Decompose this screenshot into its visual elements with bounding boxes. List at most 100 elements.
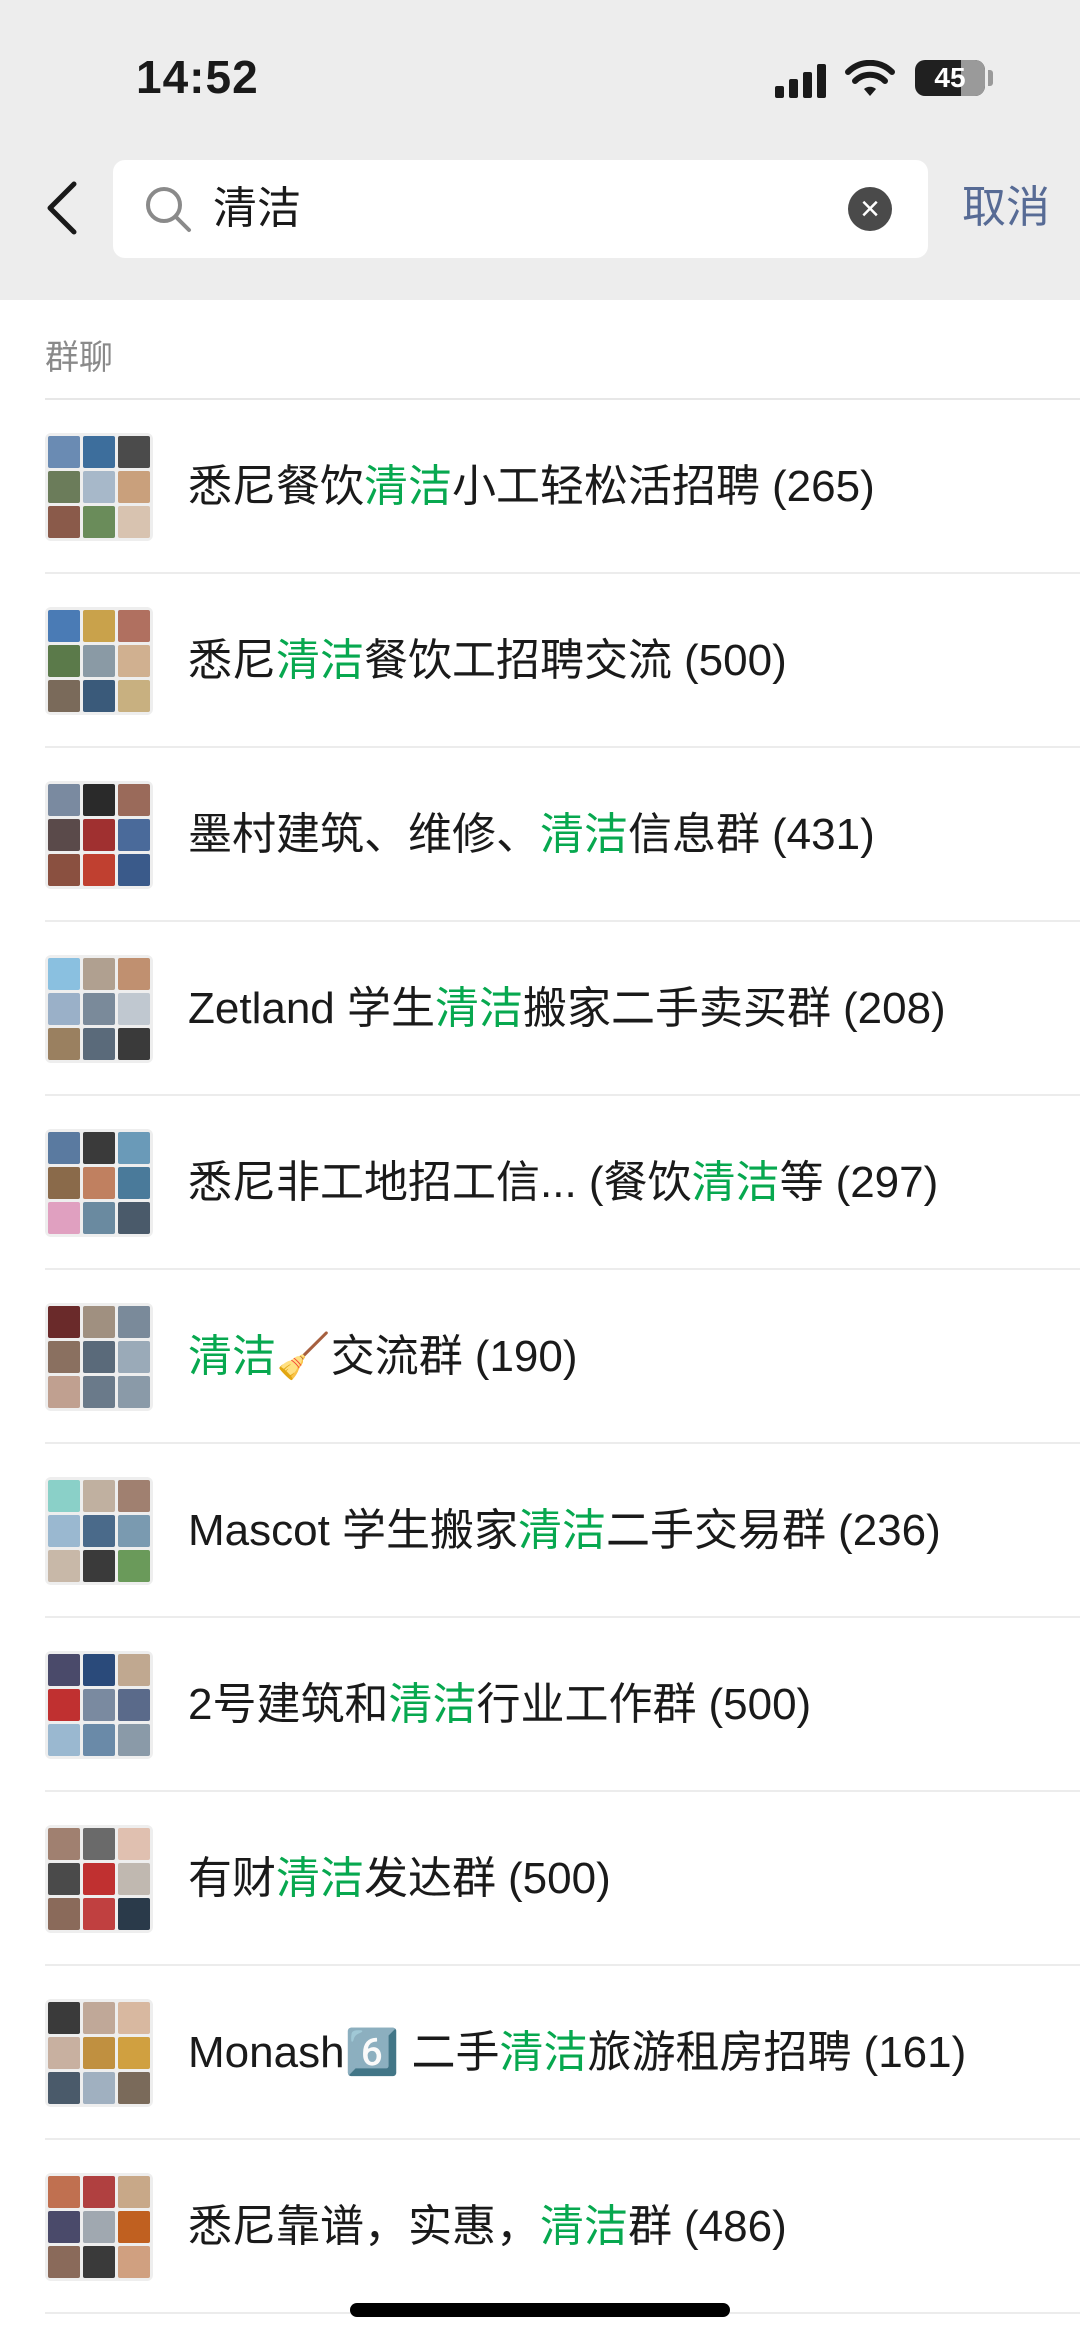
member-thumbnail bbox=[48, 610, 80, 642]
member-thumbnail bbox=[118, 1306, 150, 1338]
group-title: Zetland 学生清洁搬家二手卖买群 (208) bbox=[188, 922, 946, 1096]
group-title-text: Monash6️⃣ 二手 bbox=[188, 2028, 500, 2077]
member-thumbnail bbox=[83, 1480, 115, 1512]
group-row[interactable]: 悉尼非工地招工信... (餐饮清洁等 (297) bbox=[45, 1096, 1080, 1270]
member-thumbnail bbox=[48, 993, 80, 1025]
member-thumbnail bbox=[83, 854, 115, 886]
member-thumbnail bbox=[118, 1550, 150, 1582]
group-title: 2号建筑和清洁行业工作群 (500) bbox=[188, 1618, 811, 1792]
status-bar: 14:52 45 bbox=[0, 0, 1080, 150]
group-title-highlight: 清洁 bbox=[388, 1680, 477, 1729]
member-thumbnail bbox=[83, 2246, 115, 2278]
member-thumbnail bbox=[118, 2002, 150, 2034]
group-avatar bbox=[45, 1129, 153, 1237]
member-thumbnail bbox=[83, 1515, 115, 1547]
member-thumbnail bbox=[83, 1167, 115, 1199]
member-thumbnail bbox=[48, 436, 80, 468]
member-thumbnail bbox=[48, 471, 80, 503]
member-thumbnail bbox=[118, 1863, 150, 1895]
group-row[interactable]: 悉尼清洁餐饮工招聘交流 (500) bbox=[45, 574, 1080, 748]
member-thumbnail bbox=[118, 2211, 150, 2243]
header-area: 14:52 45 清洁 × 取消 bbox=[0, 0, 1080, 300]
group-title-highlight: 清洁 bbox=[691, 1158, 780, 1207]
group-title-highlight: 清洁 bbox=[276, 1854, 364, 1903]
group-member-count: (208) bbox=[842, 984, 946, 1033]
member-thumbnail bbox=[48, 1202, 80, 1234]
member-thumbnail bbox=[118, 1898, 150, 1930]
member-thumbnail bbox=[118, 1654, 150, 1686]
group-row[interactable]: Monash6️⃣ 二手清洁旅游租房招聘 (161) bbox=[45, 1966, 1080, 2140]
member-thumbnail bbox=[48, 2037, 80, 2069]
member-thumbnail bbox=[83, 436, 115, 468]
member-thumbnail bbox=[83, 1689, 115, 1721]
member-thumbnail bbox=[48, 1167, 80, 1199]
member-thumbnail bbox=[83, 1863, 115, 1895]
search-icon bbox=[146, 187, 191, 232]
group-member-count: (236) bbox=[838, 1506, 941, 1555]
member-thumbnail bbox=[118, 610, 150, 642]
member-thumbnail bbox=[83, 1828, 115, 1860]
group-title: 墨村建筑、维修、清洁信息群 (431) bbox=[188, 748, 875, 922]
member-thumbnail bbox=[48, 1306, 80, 1338]
group-title: 悉尼清洁餐饮工招聘交流 (500) bbox=[188, 574, 787, 748]
group-title-highlight: 清洁 bbox=[499, 2028, 588, 2077]
group-row[interactable]: 悉尼餐饮清洁小工轻松活招聘 (265) bbox=[45, 400, 1080, 574]
section-label-group-chats: 群聊 bbox=[45, 339, 113, 377]
group-title-text: 信息群 bbox=[628, 810, 760, 859]
group-title-highlight: 清洁 bbox=[188, 1332, 276, 1381]
cancel-button[interactable]: 取消 bbox=[962, 180, 1050, 236]
member-thumbnail bbox=[48, 1724, 80, 1756]
group-title: 清洁🧹交流群 (190) bbox=[188, 1270, 578, 1444]
member-thumbnail bbox=[83, 2002, 115, 2034]
member-thumbnail bbox=[118, 958, 150, 990]
member-thumbnail bbox=[83, 2072, 115, 2104]
group-title-text: 悉尼非工地招工信... (餐饮 bbox=[188, 1158, 692, 1207]
group-title-text: 等 bbox=[779, 1158, 824, 1207]
member-thumbnail bbox=[83, 1898, 115, 1930]
member-thumbnail bbox=[118, 2037, 150, 2069]
group-title-text: 发达群 bbox=[364, 1854, 496, 1903]
member-thumbnail bbox=[83, 1028, 115, 1060]
home-indicator[interactable] bbox=[350, 2303, 730, 2317]
clear-search-icon[interactable]: × bbox=[848, 187, 892, 231]
search-input[interactable]: 清洁 × bbox=[113, 160, 928, 258]
group-title: 有财清洁发达群 (500) bbox=[188, 1792, 611, 1966]
member-thumbnail bbox=[48, 784, 80, 816]
group-avatar bbox=[45, 1303, 153, 1411]
member-thumbnail bbox=[48, 1028, 80, 1060]
group-row[interactable]: 2号建筑和清洁行业工作群 (500) bbox=[45, 1618, 1080, 1792]
member-thumbnail bbox=[118, 1724, 150, 1756]
group-title-text: 二手交易群 bbox=[606, 1506, 827, 1555]
member-thumbnail bbox=[83, 680, 115, 712]
group-title: Mascot 学生搬家清洁二手交易群 (236) bbox=[188, 1444, 941, 1618]
member-thumbnail bbox=[83, 610, 115, 642]
member-thumbnail bbox=[83, 819, 115, 851]
group-title-text: 餐饮工招聘交流 bbox=[364, 636, 672, 685]
back-arrow-icon[interactable] bbox=[44, 180, 80, 236]
member-thumbnail bbox=[83, 506, 115, 538]
member-thumbnail bbox=[118, 1376, 150, 1408]
group-row[interactable]: Zetland 学生清洁搬家二手卖买群 (208) bbox=[45, 922, 1080, 1096]
status-time: 14:52 bbox=[136, 51, 259, 103]
group-title-text: 墨村建筑、维修、 bbox=[188, 810, 540, 859]
group-avatar bbox=[45, 2173, 153, 2281]
search-value[interactable]: 清洁 bbox=[213, 182, 301, 236]
member-thumbnail bbox=[48, 1550, 80, 1582]
group-row[interactable]: 清洁🧹交流群 (190) bbox=[45, 1270, 1080, 1444]
group-avatar bbox=[45, 433, 153, 541]
group-title-text: 搬家二手卖买群 bbox=[522, 984, 831, 1033]
group-row[interactable]: 墨村建筑、维修、清洁信息群 (431) bbox=[45, 748, 1080, 922]
group-title-highlight: 清洁 bbox=[364, 462, 452, 511]
group-row[interactable]: Mascot 学生搬家清洁二手交易群 (236) bbox=[45, 1444, 1080, 1618]
member-thumbnail bbox=[48, 958, 80, 990]
group-row[interactable]: 悉尼靠谱，实惠，清洁群 (486) bbox=[45, 2140, 1080, 2314]
group-member-count: (500) bbox=[508, 1854, 611, 1903]
member-thumbnail bbox=[48, 1689, 80, 1721]
group-row[interactable]: 有财清洁发达群 (500) bbox=[45, 1792, 1080, 1966]
member-thumbnail bbox=[83, 958, 115, 990]
member-thumbnail bbox=[48, 1132, 80, 1164]
member-thumbnail bbox=[83, 1202, 115, 1234]
member-thumbnail bbox=[83, 993, 115, 1025]
member-thumbnail bbox=[118, 680, 150, 712]
group-title-text: 有财 bbox=[188, 1854, 276, 1903]
